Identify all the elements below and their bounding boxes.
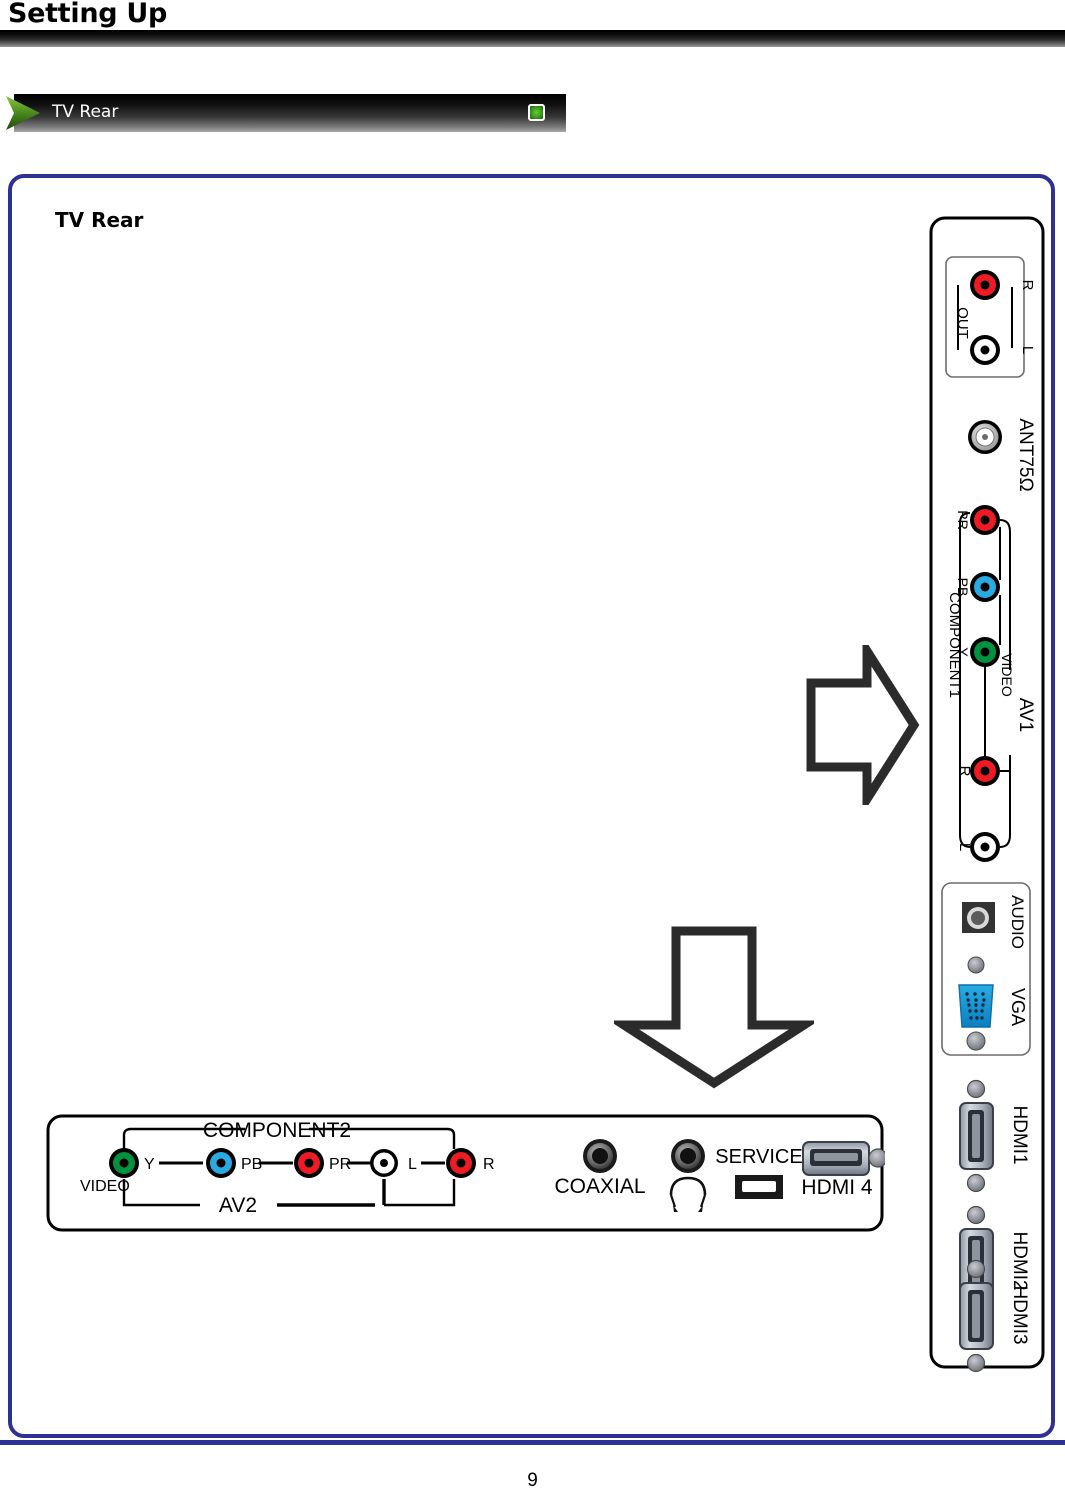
service-usb-port	[735, 1175, 783, 1199]
label-out: OUT	[954, 307, 971, 339]
pc-audio-jack	[962, 902, 995, 933]
label-component2: COMPONENT2	[203, 1119, 351, 1142]
jack-out-l	[970, 335, 1000, 365]
coaxial-jack	[583, 1139, 617, 1173]
jack-out-r	[970, 270, 1000, 300]
jack-c1-pb	[970, 572, 1000, 602]
jack-av1-r	[970, 756, 1000, 786]
page-title: Setting Up	[8, 0, 168, 29]
jack-c2-pb	[206, 1148, 236, 1178]
footer-divider	[0, 1440, 1065, 1445]
content-panel	[8, 174, 1055, 1438]
section-title: TV Rear	[52, 102, 119, 122]
jack-c1-y	[970, 637, 1000, 667]
label-antenna: ANT75Ω	[1015, 418, 1036, 491]
jack-av2-l	[370, 1149, 398, 1177]
hdmi3-section: HDMI3	[959, 1259, 1030, 1373]
label-c1-pb: PB	[955, 578, 971, 597]
jack-c2-y	[109, 1148, 139, 1178]
headphone-jack	[671, 1139, 705, 1173]
section-header-bar: TV Rear	[0, 94, 566, 132]
jack-c1-pr	[970, 505, 1000, 535]
label-out-r: R	[1019, 280, 1036, 291]
label-audio: AUDIO	[1008, 895, 1027, 949]
label-hdmi3: HDMI3	[1009, 1285, 1030, 1344]
jack-av2-r	[446, 1148, 476, 1178]
label-av2-l: L	[408, 1156, 417, 1173]
label-c2-y: Y	[144, 1156, 155, 1173]
label-av1-l: L	[956, 843, 973, 851]
header-divider	[0, 30, 1065, 47]
chevron-right-icon	[6, 96, 40, 130]
label-av2-video: VIDEO	[80, 1178, 130, 1195]
jack-av1-l	[970, 832, 1000, 862]
label-hdmi1: HDMI1	[1009, 1105, 1030, 1164]
label-service: SERVICE	[715, 1146, 802, 1168]
tv-rear-bottom-connector-panel: Y PB PR L R VIDEO COMPONENT2 AV2 COAXIAL	[46, 1114, 885, 1232]
label-av1: AV1	[1015, 698, 1036, 733]
hdmi3-port	[959, 1259, 994, 1373]
label-vga: VGA	[1008, 988, 1028, 1026]
label-c1-pr: PR	[955, 510, 971, 529]
label-component1: COMPONENT1	[946, 592, 963, 698]
green-square-indicator-icon	[528, 104, 545, 121]
page-number: 9	[527, 1470, 538, 1491]
label-av1-r: R	[956, 766, 973, 777]
arrow-down-icon	[614, 926, 814, 1089]
label-out-l: L	[1019, 346, 1036, 354]
tv-rear-side-connector-panel: OUT R L ANT75Ω COMPONENT1 AV1 PR PB Y VI…	[929, 216, 1045, 1369]
label-av2: AV2	[219, 1194, 257, 1217]
label-coaxial: COAXIAL	[554, 1175, 645, 1198]
label-hdmi4: HDMI 4	[801, 1176, 872, 1199]
content-heading: TV Rear	[55, 208, 144, 232]
label-c1-y: Y	[955, 647, 971, 657]
arrow-right-icon	[806, 645, 920, 805]
label-av2-r: R	[483, 1156, 495, 1173]
label-av1-video: VIDEO	[999, 653, 1015, 697]
jack-c2-pr	[294, 1148, 324, 1178]
